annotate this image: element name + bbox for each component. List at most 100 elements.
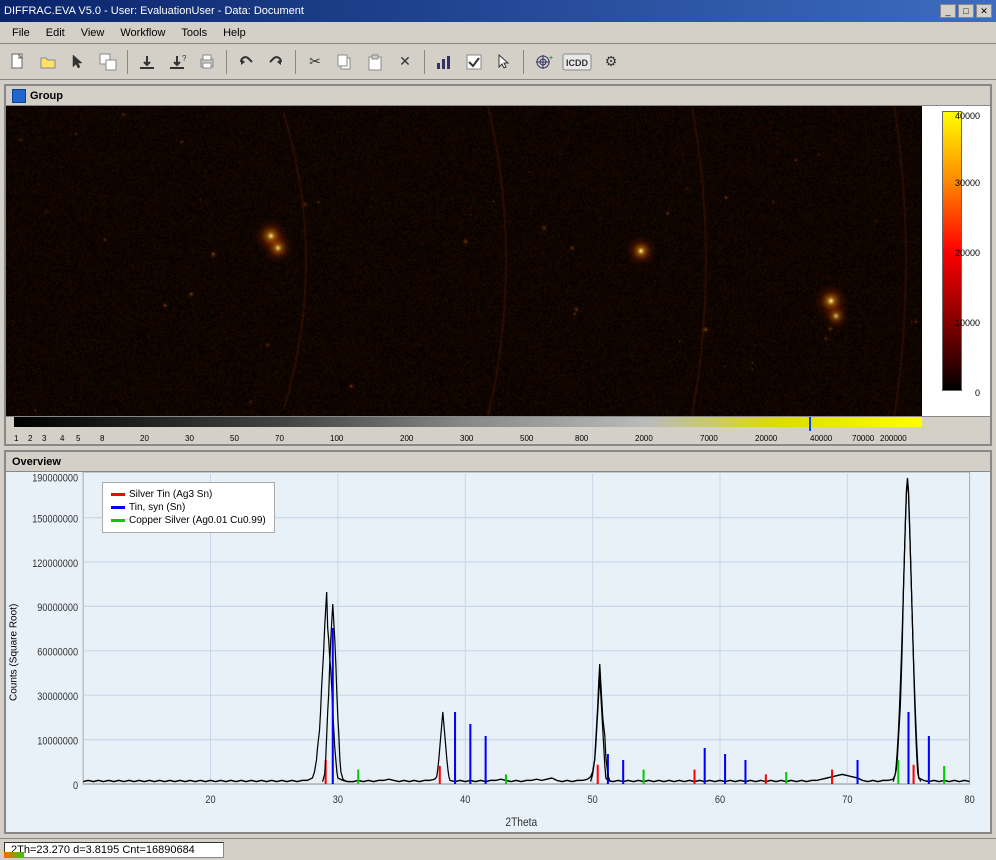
title-bar-text: DIFFRAC.EVA V5.0 - User: EvaluationUser … [4, 5, 304, 17]
detector-canvas[interactable] [6, 106, 922, 416]
close-button[interactable]: ✕ [976, 4, 992, 18]
svg-text:2Theta: 2Theta [505, 816, 537, 829]
svg-text:?: ? [182, 54, 186, 63]
legend-color-3 [111, 519, 125, 522]
svg-text:30: 30 [333, 795, 344, 807]
new-button[interactable] [4, 48, 32, 76]
import-button[interactable] [133, 48, 161, 76]
legend-color-1 [111, 493, 125, 496]
cut-button[interactable]: ✂ [301, 48, 329, 76]
window-button[interactable] [94, 48, 122, 76]
svg-text:3: 3 [42, 434, 47, 443]
svg-text:4: 4 [60, 434, 65, 443]
svg-text:40: 40 [460, 795, 471, 807]
legend-color-2 [111, 506, 125, 509]
svg-text:ICDD: ICDD [566, 58, 588, 68]
cursor-button[interactable] [490, 48, 518, 76]
legend-item-2: Tin, syn (Sn) [111, 502, 266, 513]
scale-label-0: 0 [975, 388, 980, 398]
overview-panel: Overview Counts (Square Root) [4, 450, 992, 834]
svg-text:30000000: 30000000 [37, 691, 78, 703]
chart-content: 0 10000000 30000000 60000000 90000000 12… [22, 472, 990, 832]
svg-text:80: 80 [965, 795, 976, 807]
svg-text:300: 300 [460, 434, 474, 443]
svg-text:90000000: 90000000 [37, 603, 78, 615]
menu-help[interactable]: Help [215, 25, 254, 41]
status-bar: 2Th=23.270 d=3.8195 Cnt=16890684 [0, 838, 996, 860]
menu-file[interactable]: File [4, 25, 38, 41]
ruler-area: 1 2 3 4 5 8 20 30 50 70 100 200 300 500 … [6, 416, 990, 444]
menu-tools[interactable]: Tools [173, 25, 215, 41]
svg-text:7000: 7000 [700, 434, 718, 443]
scale-label-40000: 40000 [955, 111, 980, 121]
maximize-button[interactable]: □ [958, 4, 974, 18]
toolbar: ? ✂ ✕ + ICDD ⚙ [0, 44, 996, 80]
menu-bar: File Edit View Workflow Tools Help [0, 22, 996, 44]
group-icon [12, 89, 26, 103]
separator-1 [127, 50, 128, 74]
redo-button[interactable] [262, 48, 290, 76]
legend-label-1: Silver Tin (Ag3 Sn) [129, 489, 212, 500]
svg-text:20: 20 [140, 434, 149, 443]
undo-button[interactable] [232, 48, 260, 76]
svg-text:120000000: 120000000 [32, 558, 78, 570]
separator-5 [523, 50, 524, 74]
svg-text:20000: 20000 [755, 434, 778, 443]
svg-text:30: 30 [185, 434, 194, 443]
status-info: 2Th=23.270 d=3.8195 Cnt=16890684 [4, 842, 224, 858]
image-container: 40000 30000 20000 10000 0 [6, 106, 990, 416]
chart-button[interactable] [430, 48, 458, 76]
scale-label-10000: 10000 [955, 318, 980, 328]
svg-text:50: 50 [588, 795, 599, 807]
settings-button[interactable]: ⚙ [597, 48, 625, 76]
svg-text:150000000: 150000000 [32, 514, 78, 526]
select-button[interactable] [64, 48, 92, 76]
svg-text:0: 0 [73, 780, 78, 792]
y-axis-label: Counts (Square Root) [6, 472, 22, 832]
svg-text:60000000: 60000000 [37, 647, 78, 659]
overview-header: Overview [6, 452, 990, 472]
minimize-button[interactable]: _ [940, 4, 956, 18]
svg-text:200000: 200000 [880, 434, 907, 443]
separator-3 [295, 50, 296, 74]
delete-button[interactable]: ✕ [391, 48, 419, 76]
color-scale: 40000 30000 20000 10000 0 [922, 106, 982, 416]
paste-button[interactable] [361, 48, 389, 76]
svg-text:70: 70 [842, 795, 853, 807]
menu-workflow[interactable]: Workflow [112, 25, 173, 41]
copy-button[interactable] [331, 48, 359, 76]
legend-item-1: Silver Tin (Ag3 Sn) [111, 489, 266, 500]
title-controls: _ □ ✕ [940, 4, 992, 18]
detector-image[interactable] [6, 106, 922, 416]
scale-label-30000: 30000 [955, 178, 980, 188]
chart-legend: Silver Tin (Ag3 Sn) Tin, syn (Sn) Copper… [102, 482, 275, 533]
chart-area: Counts (Square Root) [6, 472, 990, 832]
open-button[interactable] [34, 48, 62, 76]
separator-4 [424, 50, 425, 74]
title-bar: DIFFRAC.EVA V5.0 - User: EvaluationUser … [0, 0, 996, 22]
menu-edit[interactable]: Edit [38, 25, 73, 41]
group-panel: Group 40000 30000 20000 10000 0 [4, 84, 992, 446]
svg-text:190000000: 190000000 [32, 473, 78, 485]
svg-text:50: 50 [230, 434, 239, 443]
group-title: Group [12, 89, 63, 103]
svg-text:800: 800 [575, 434, 589, 443]
menu-view[interactable]: View [73, 25, 113, 41]
svg-text:2000: 2000 [635, 434, 653, 443]
svg-text:5: 5 [76, 434, 81, 443]
svg-text:+: + [549, 55, 553, 62]
print-button[interactable] [193, 48, 221, 76]
target-button[interactable]: + [529, 48, 557, 76]
svg-text:70000: 70000 [852, 434, 875, 443]
import2-button[interactable]: ? [163, 48, 191, 76]
check-button[interactable] [460, 48, 488, 76]
svg-text:8: 8 [100, 434, 105, 443]
scale-label-20000: 20000 [955, 248, 980, 258]
ruler-svg: 1 2 3 4 5 8 20 30 50 70 100 200 300 500 … [10, 417, 926, 445]
icdd-button[interactable]: ICDD [559, 48, 595, 76]
svg-text:40000: 40000 [810, 434, 833, 443]
legend-item-3: Copper Silver (Ag0.01 Cu0.99) [111, 515, 266, 526]
main-content: Group 40000 30000 20000 10000 0 [0, 80, 996, 838]
svg-text:200: 200 [400, 434, 414, 443]
svg-text:2: 2 [28, 434, 33, 443]
